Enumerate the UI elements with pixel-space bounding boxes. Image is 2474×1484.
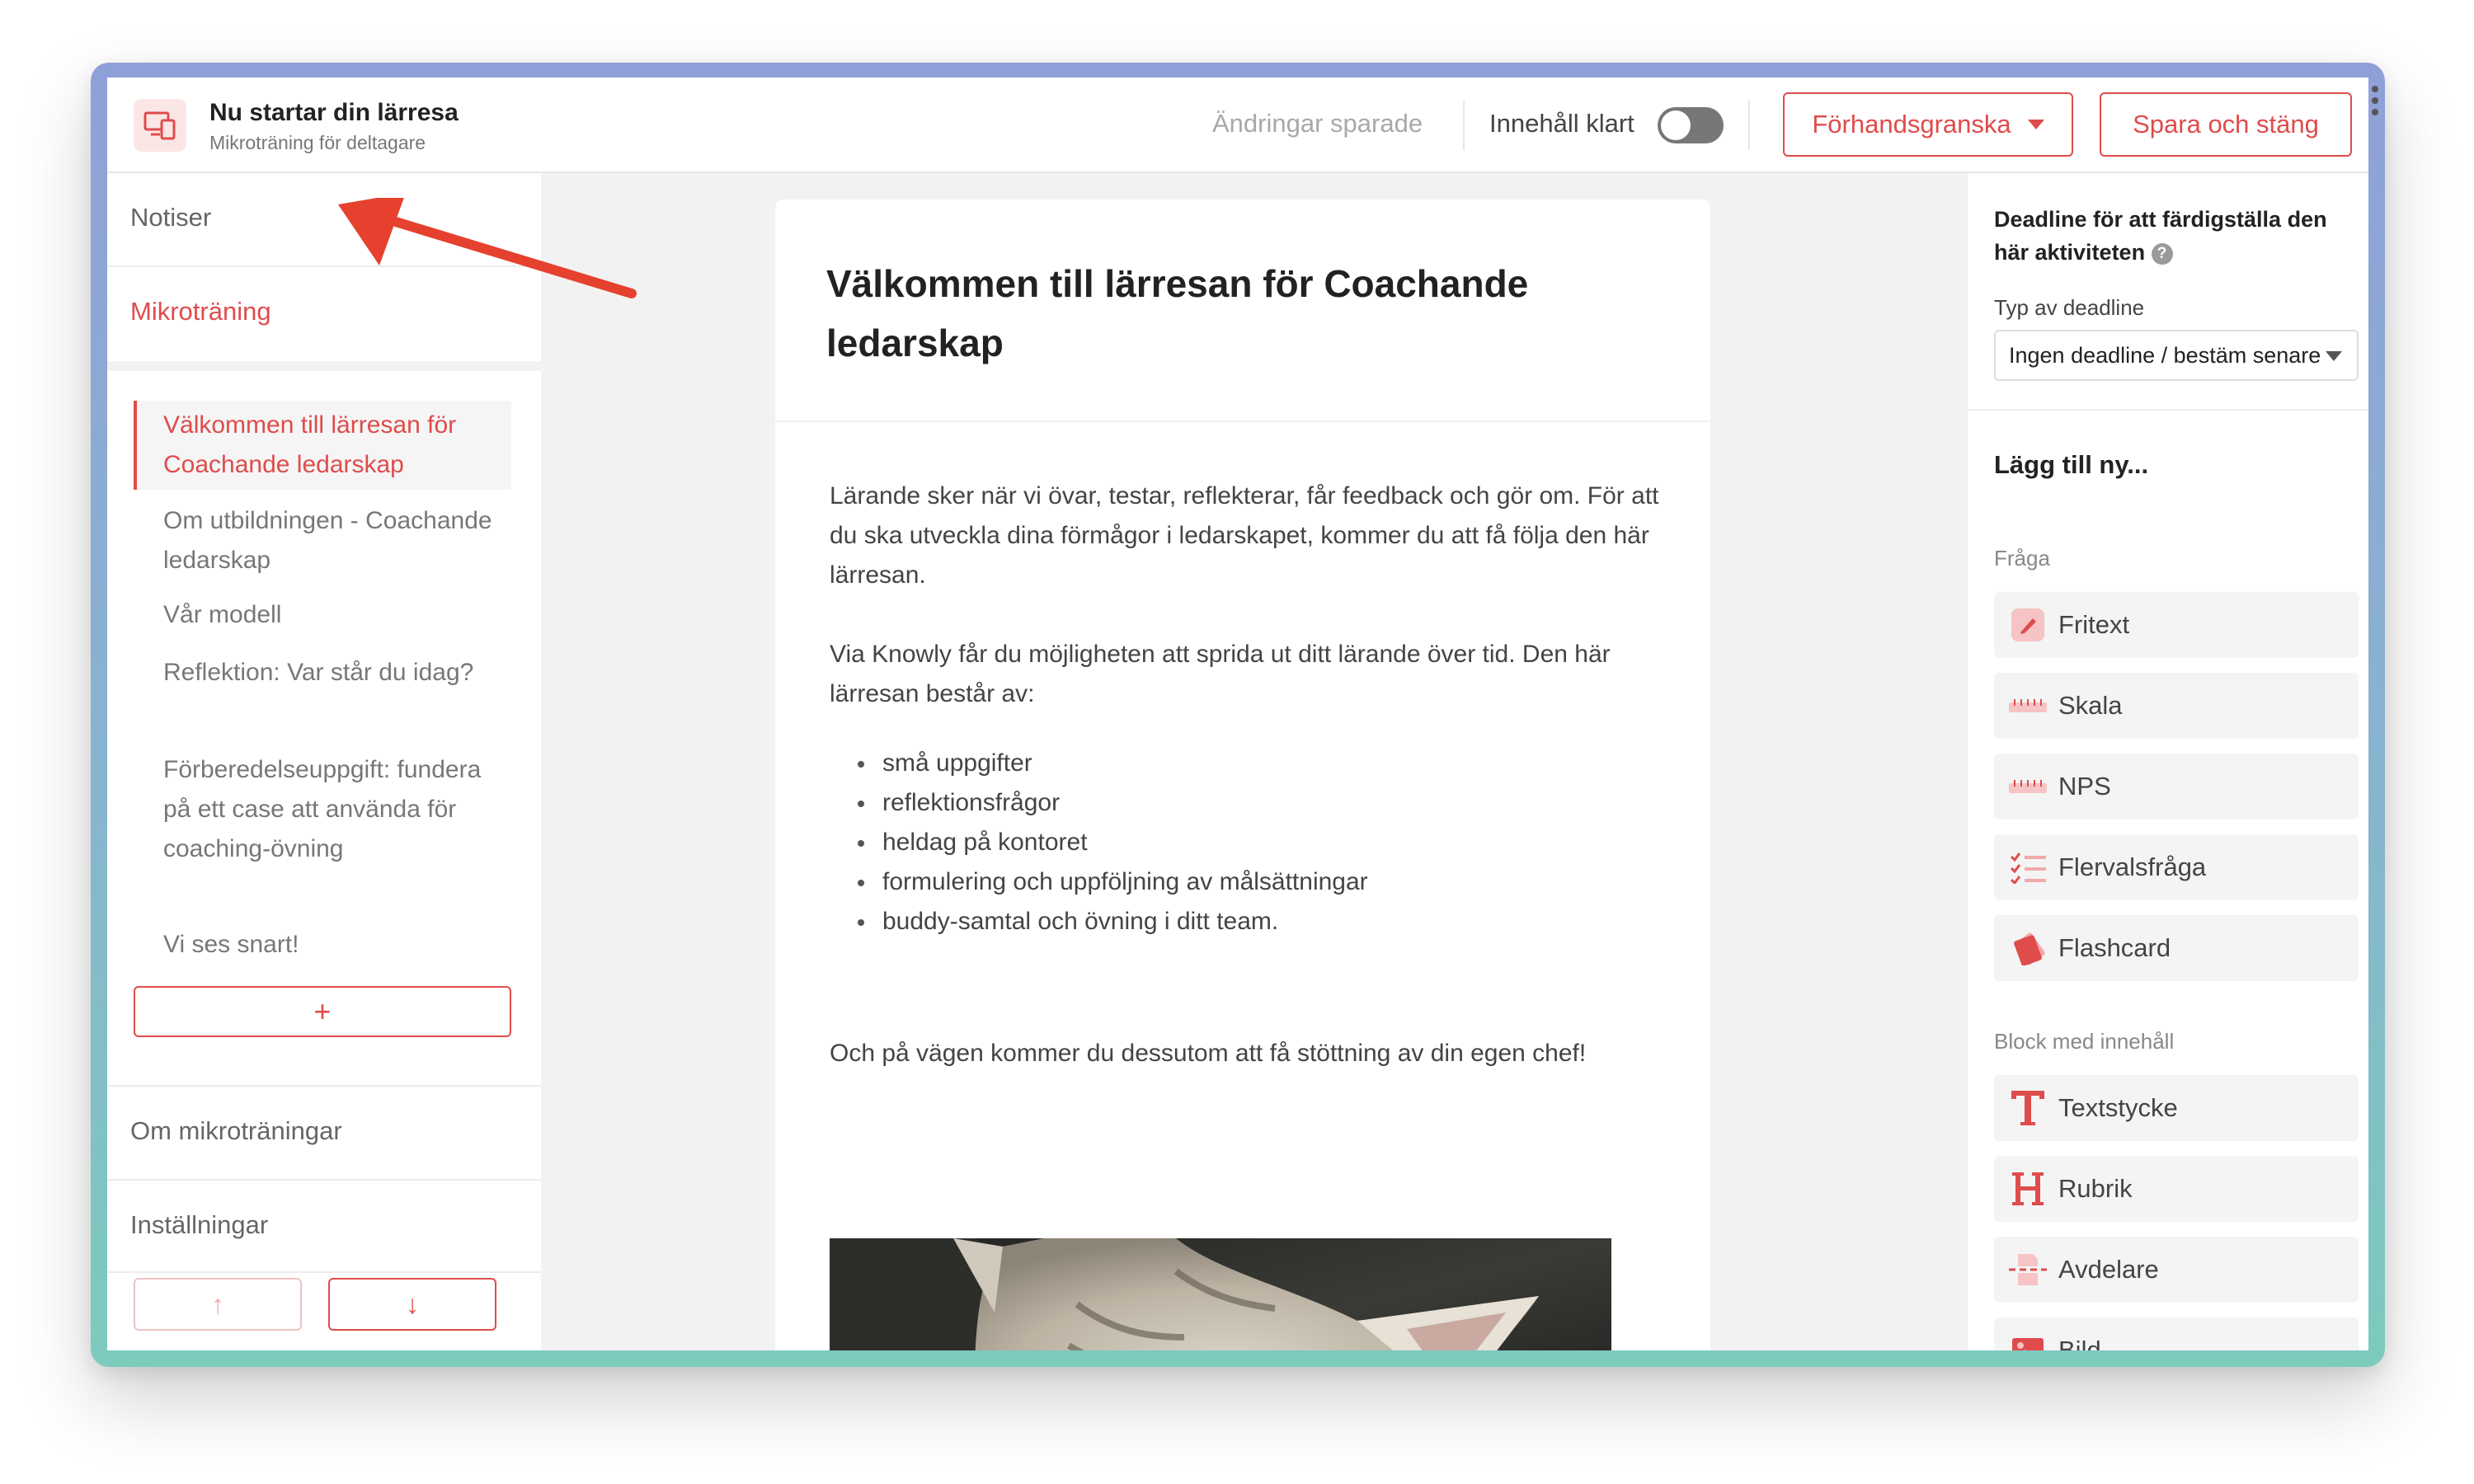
content-editor[interactable]: Välkommen till lärresan för Coachande le… (775, 200, 1710, 1350)
sidebar-steps-card: Välkommen till lärresan för Coachande le… (107, 371, 541, 1350)
preview-button-label: Förhandsgranska (1812, 110, 2011, 139)
deadline-heading: Deadline för att färdigställa den här ak… (1994, 203, 2357, 269)
step-item[interactable]: Vår modell (134, 595, 511, 635)
checklist-icon (2007, 847, 2048, 888)
list-item: heldag på kontoret (858, 823, 1368, 862)
ruler-icon (2007, 685, 2048, 726)
header-divider (1748, 101, 1750, 150)
list-item: små uppgifter (858, 744, 1368, 783)
step-item[interactable]: Reflektion: Var står du idag? (134, 653, 511, 693)
text-t-icon (2007, 1087, 2048, 1129)
help-icon[interactable]: ? (2151, 242, 2173, 265)
sidebar-item-notices[interactable]: Notiser (130, 203, 211, 232)
add-nps-button[interactable]: NPS (1994, 754, 2359, 819)
save-and-close-button[interactable]: Spara och stäng (2100, 92, 2352, 157)
content-blocks-group-label: Block med innehåll (1994, 1029, 2175, 1054)
move-down-button[interactable]: ↓ (328, 1278, 496, 1331)
paragraph[interactable]: Via Knowly får du möjligheten att sprida… (830, 635, 1663, 714)
devices-icon (134, 99, 186, 152)
document-title[interactable]: Välkommen till lärresan för Coachande le… (826, 254, 1618, 373)
add-step-button[interactable]: + (134, 986, 511, 1037)
preview-button[interactable]: Förhandsgranska (1783, 92, 2073, 157)
deadline-type-label: Typ av deadline (1994, 295, 2145, 320)
paragraph[interactable]: Lärande sker när vi övar, testar, reflek… (830, 477, 1663, 595)
chevron-down-icon (2027, 120, 2044, 129)
add-skala-button[interactable]: Skala (1994, 673, 2359, 739)
ruler-icon (2007, 766, 2048, 807)
sidebar-item-settings[interactable]: Inställningar (130, 1210, 268, 1240)
item-label: NPS (2058, 772, 2111, 801)
paragraph[interactable]: Och på vägen kommer du dessutom att få s… (830, 1034, 1663, 1073)
header-divider (1463, 101, 1465, 150)
bullet-list[interactable]: små uppgifter reflektionsfrågor heldag p… (858, 744, 1368, 942)
add-avdelare-button[interactable]: Avdelare (1994, 1237, 2359, 1303)
item-label: Fritext (2058, 610, 2130, 639)
add-new-heading: Lägg till ny... (1994, 450, 2149, 479)
image-icon (2007, 1330, 2048, 1350)
sidebar: Notiser Mikroträning Välkommen till lärr… (107, 173, 541, 1350)
toggle-knob (1661, 110, 1691, 140)
drag-handle-icon[interactable] (2372, 86, 2378, 115)
deadline-type-value: Ingen deadline / bestäm senare (2009, 343, 2321, 368)
list-item: buddy-samtal och övning i ditt team. (858, 902, 1368, 942)
deadline-type-select[interactable]: Ingen deadline / bestäm senare (1994, 330, 2359, 381)
chevron-down-icon (2326, 351, 2342, 361)
kitten-image[interactable] (830, 1238, 1611, 1350)
step-item[interactable]: Välkommen till lärresan för Coachande le… (134, 401, 511, 490)
step-item[interactable]: Vi ses snart! (134, 925, 511, 965)
settings-panel: Deadline för att färdigställa den här ak… (1968, 173, 2368, 1350)
sidebar-item-about[interactable]: Om mikroträningar (130, 1116, 342, 1146)
step-item[interactable]: Om utbildningen - Coachande ledarskap (134, 501, 511, 580)
item-label: Rubrik (2058, 1174, 2133, 1203)
content-ready-toggle[interactable] (1658, 107, 1724, 143)
item-label: Flervalsfråga (2058, 852, 2207, 881)
add-rubrik-button[interactable]: Rubrik (1994, 1156, 2359, 1222)
list-item: formulering och uppföljning av målsättni… (858, 862, 1368, 902)
heading-h-icon (2007, 1168, 2048, 1209)
add-bild-button[interactable]: Bild (1994, 1317, 2359, 1350)
move-up-button[interactable]: ↑ (134, 1278, 302, 1331)
top-bar: Nu startar din lärresa Mikroträning för … (107, 77, 2368, 173)
sidebar-divider (107, 1179, 541, 1181)
panel-divider (1968, 409, 2368, 411)
step-item[interactable]: Förberedelseuppgift: fundera på ett case… (134, 750, 511, 869)
title-divider (775, 420, 1710, 422)
list-item: reflektionsfrågor (858, 783, 1368, 823)
sidebar-divider (107, 1085, 541, 1087)
pencil-icon (2007, 604, 2048, 646)
save-status: Ändringar sparade (1212, 109, 1423, 138)
sidebar-divider (107, 1271, 541, 1273)
flashcard-icon (2007, 928, 2048, 969)
page-subtitle: Mikroträning för deltagare (209, 132, 426, 153)
item-label: Avdelare (2058, 1255, 2159, 1284)
page-title: Nu startar din lärresa (209, 99, 459, 126)
add-flervalsfraga-button[interactable]: Flervalsfråga (1994, 834, 2359, 900)
item-label: Bild (2058, 1336, 2101, 1350)
save-and-close-label: Spara och stäng (2133, 110, 2319, 139)
add-flashcard-button[interactable]: Flashcard (1994, 915, 2359, 981)
sidebar-item-microtraining[interactable]: Mikroträning (130, 297, 271, 326)
add-textstycke-button[interactable]: Textstycke (1994, 1075, 2359, 1141)
item-label: Flashcard (2058, 933, 2171, 962)
content-ready-label: Innehåll klart (1489, 109, 1634, 138)
item-label: Skala (2058, 691, 2123, 720)
annotation-arrow-icon (338, 198, 637, 298)
item-label: Textstycke (2058, 1093, 2178, 1122)
add-fritext-button[interactable]: Fritext (1994, 592, 2359, 658)
divider-icon (2007, 1249, 2048, 1290)
question-group-label: Fråga (1994, 546, 2050, 571)
